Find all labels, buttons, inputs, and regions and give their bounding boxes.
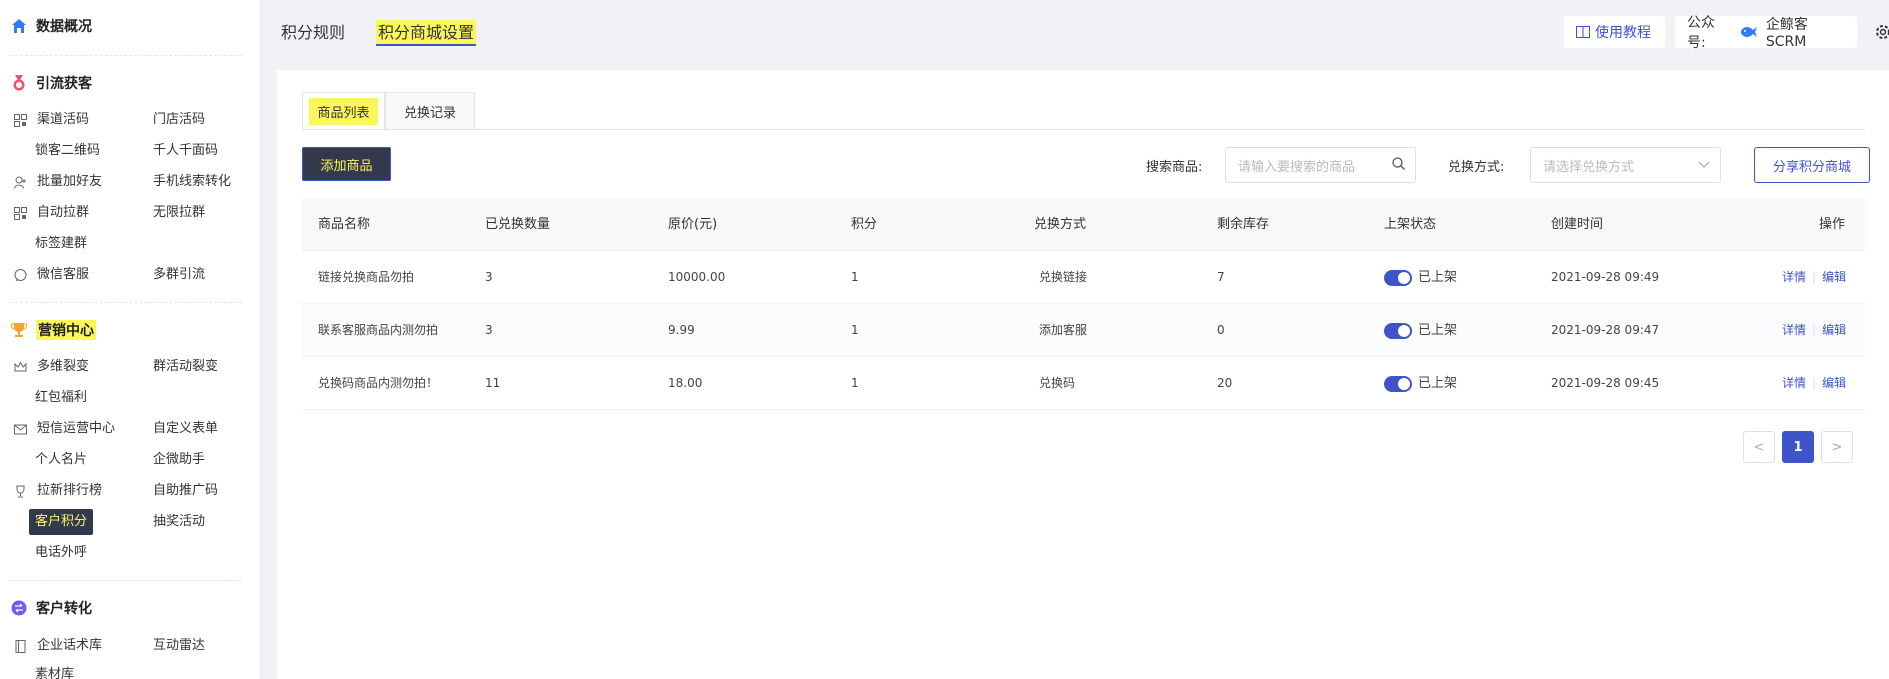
detail-link[interactable]: 详情 [1782,376,1806,390]
mail-icon [13,422,27,436]
sidebar-item-script-library[interactable]: 企业话术库 [13,635,102,657]
column-header: 积分 [851,217,878,232]
trophy-icon [10,321,28,339]
divider [10,55,242,56]
column-header: 操作 [1819,217,1846,232]
sidebar-item-lottery[interactable]: 抽奖活动 [153,511,205,533]
sidebar-item-phone-lead[interactable]: 手机线索转化 [153,171,231,193]
column-header: 兑换方式 [1034,217,1087,232]
subtab-divider [302,129,1865,130]
sidebar-item-business-card[interactable]: 个人名片 [35,449,87,471]
sidebar-item-multi-fission[interactable]: 多维裂变 [13,356,89,378]
top-bar: 积分规则 积分商城设置 使用教程 公众号: 企鲸客SCRM [261,0,1889,70]
sidebar-item-wechat-service[interactable]: 微信客服 [13,264,89,286]
subtab-redeem-records[interactable]: 兑换记录 [385,92,475,130]
medal-icon [10,74,28,92]
sidebar-section-dashboard[interactable]: 数据概况 [10,14,92,38]
whale-logo-icon [1740,25,1758,39]
column-header: 上架状态 [1384,217,1437,232]
sidebar-item-promo-code[interactable]: 自助推广码 [153,480,218,502]
sidebar-item-customer-points[interactable]: 客户积分 [29,509,94,535]
method-label: 兑换方式: [1448,160,1505,175]
tab-points-mall-settings[interactable]: 积分商城设置 [376,20,477,46]
column-header: 创建时间 [1551,217,1604,232]
sidebar-item-group-fission[interactable]: 群活动裂变 [153,356,218,378]
table-row: 联系客服商品内测勿拍 3 9.99 1 添加客服 0 已上架 2021-09-2… [302,304,1865,357]
pagination-next-button[interactable]: > [1821,431,1853,463]
sidebar-item-material-library[interactable]: 素材库 [35,664,74,679]
account-switcher[interactable]: 公众号: 企鲸客SCRM [1675,15,1857,51]
chat-icon [13,268,27,282]
search-input[interactable]: 请输入要搜索的商品 [1225,147,1416,183]
table-row: 兑换码商品内测勿拍！ 11 18.00 1 兑换码 20 已上架 2021-09… [302,357,1865,410]
search-label: 搜索商品: [1146,160,1203,175]
sidebar-item-batch-add-friends[interactable]: 批量加好友 [13,171,102,193]
qrcode-icon [13,206,27,220]
sidebar-item-red-packet[interactable]: 红包福利 [35,387,87,409]
edit-link[interactable]: 编辑 [1822,323,1846,337]
listing-toggle[interactable] [1384,323,1412,339]
listing-toggle[interactable] [1384,270,1412,286]
divider [10,580,242,581]
subtab-product-list[interactable]: 商品列表 [302,92,385,130]
column-header: 商品名称 [318,217,371,232]
sidebar-item-interaction-radar[interactable]: 互动雷达 [153,635,205,657]
sidebar-item-multi-group[interactable]: 多群引流 [153,264,205,286]
method-select[interactable]: 请选择兑换方式 [1530,147,1721,183]
divider [10,302,242,303]
main-card: 商品列表 兑换记录 添加商品 搜索商品: 请输入要搜索的商品 兑换方式: 请选择… [277,70,1889,679]
crown-icon [13,360,27,374]
sidebar-item-leaderboard[interactable]: 拉新排行榜 [13,480,102,502]
sidebar-item-lock-qrcode[interactable]: 锁客二维码 [35,140,100,162]
sidebar-item-personal-qrcode[interactable]: 千人千面码 [153,140,218,162]
search-icon[interactable] [1392,156,1405,174]
user-add-icon [13,175,27,189]
listing-toggle[interactable] [1384,376,1412,392]
sidebar-item-store-qrcode[interactable]: 门店活码 [153,109,205,131]
tutorial-button[interactable]: 使用教程 [1564,16,1665,48]
table-row: 链接兑换商品勿拍 3 10000.00 1 兑换链接 7 已上架 2021-09… [302,251,1865,304]
pagination-prev-button[interactable]: < [1743,431,1775,463]
book-icon [13,639,27,653]
sidebar-item-phone-call[interactable]: 电话外呼 [35,542,87,564]
home-icon [10,17,28,35]
sidebar-item-tag-group[interactable]: 标签建群 [35,233,87,255]
chevron-down-icon [1698,158,1710,173]
add-product-button[interactable]: 添加商品 [302,147,391,181]
column-header: 剩余库存 [1217,217,1270,232]
sidebar-item-wecom-assistant[interactable]: 企微助手 [153,449,205,471]
table-header: 商品名称 已兑换数量 原价(元) 积分 兑换方式 剩余库存 上架状态 创建时间 … [302,198,1865,251]
detail-link[interactable]: 详情 [1782,323,1806,337]
sidebar-section-marketing[interactable]: 营销中心 [10,318,96,342]
book-open-icon [1576,25,1590,39]
tab-points-rules[interactable]: 积分规则 [281,20,345,46]
detail-link[interactable]: 详情 [1782,270,1806,284]
edit-link[interactable]: 编辑 [1822,270,1846,284]
column-header: 已兑换数量 [485,217,551,232]
sidebar: 数据概况 引流获客 渠道活码 门店活码 锁客二维码 千人千面码 批量加好友 手机… [0,0,261,679]
trophy-outline-icon [13,484,27,498]
gear-icon[interactable] [1875,24,1889,40]
sidebar-item-channel-qrcode[interactable]: 渠道活码 [13,109,89,131]
exchange-icon [10,599,28,617]
edit-link[interactable]: 编辑 [1822,376,1846,390]
sidebar-item-sms-center[interactable]: 短信运营中心 [13,418,115,440]
sidebar-item-unlimited-group[interactable]: 无限拉群 [153,202,205,224]
sidebar-section-acquire[interactable]: 引流获客 [10,71,92,95]
pagination-page-button[interactable]: 1 [1782,431,1814,463]
sidebar-item-auto-group[interactable]: 自动拉群 [13,202,89,224]
sidebar-section-convert[interactable]: 客户转化 [10,596,92,620]
column-header: 原价(元) [668,217,718,232]
qrcode-icon [13,113,27,127]
sidebar-item-custom-form[interactable]: 自定义表单 [153,418,218,440]
share-points-mall-button[interactable]: 分享积分商城 [1754,147,1870,183]
